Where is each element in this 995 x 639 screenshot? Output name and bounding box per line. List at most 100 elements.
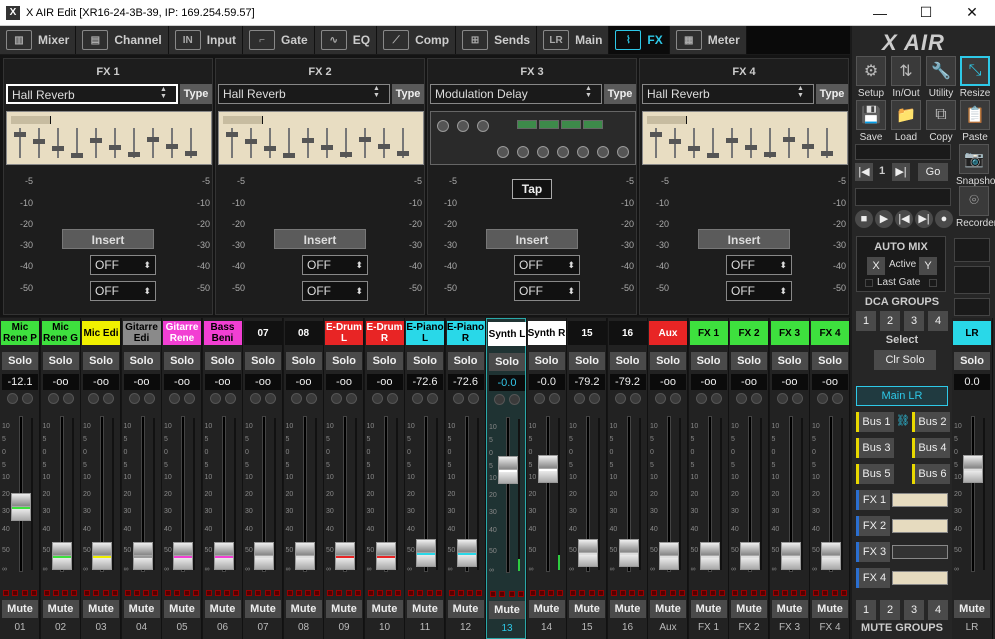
recorder-prev-button[interactable]: |◀ <box>895 210 913 228</box>
solo-button[interactable]: Solo <box>447 352 484 370</box>
solo-button[interactable]: Solo <box>245 352 281 370</box>
main-lr-button[interactable]: Main LR <box>856 386 948 406</box>
fx-preview-image[interactable] <box>6 111 212 165</box>
fx-source-select-1[interactable]: OFF ⬍ <box>90 255 156 275</box>
fader-knob[interactable] <box>213 542 234 570</box>
fx-bus-2-button[interactable]: FX 2 <box>856 516 890 536</box>
solo-button[interactable]: Solo <box>164 352 200 370</box>
mute-button[interactable]: Mute <box>285 600 322 618</box>
type-button[interactable]: Type <box>604 84 636 104</box>
insert-button[interactable]: Insert <box>698 229 790 249</box>
channel-name[interactable]: Gitarre Edi <box>122 321 161 345</box>
fader-knob[interactable] <box>618 539 639 568</box>
fx-source-select-1[interactable]: OFF ⬍ <box>302 255 368 275</box>
insert-button[interactable]: Insert <box>274 229 366 249</box>
bus-5-button[interactable]: Bus 5 <box>856 464 894 484</box>
channel-name[interactable]: Mic Rene G <box>41 321 80 345</box>
channel-name[interactable]: Synth L <box>488 322 526 346</box>
channel-name[interactable]: Mic Edi <box>82 321 120 345</box>
solo-button[interactable]: Solo <box>489 353 525 371</box>
save-button[interactable]: 💾 Save <box>854 100 888 146</box>
fx-preview-image[interactable] <box>430 111 636 165</box>
fader-knob[interactable] <box>173 542 193 570</box>
setup-button[interactable]: ⚙ Setup <box>854 56 888 102</box>
channel-name[interactable]: LR <box>953 321 991 345</box>
solo-button[interactable]: Solo <box>954 352 990 370</box>
tab-fx[interactable]: ⌇ FX <box>609 26 670 54</box>
insert-button[interactable]: Insert <box>62 229 154 249</box>
solo-button[interactable]: Solo <box>285 352 322 370</box>
recorder-record-button[interactable]: ● <box>935 210 953 228</box>
mute-button[interactable]: Mute <box>528 600 565 618</box>
mute-button[interactable]: Mute <box>407 600 443 618</box>
copy-button[interactable]: ⧉ Copy <box>924 100 958 146</box>
mute-group-4-button[interactable]: 4 <box>928 600 948 620</box>
dca-4-button[interactable]: 4 <box>928 311 948 331</box>
fader-knob[interactable] <box>740 542 760 570</box>
fader-knob[interactable] <box>780 542 801 570</box>
minimize-button[interactable]: — <box>857 0 903 26</box>
automix-y-button[interactable]: Y <box>919 257 937 275</box>
mute-button[interactable]: Mute <box>447 600 484 618</box>
fx-preview-image[interactable] <box>218 111 424 165</box>
fx-bus-3-button[interactable]: FX 3 <box>856 542 890 562</box>
solo-button[interactable]: Solo <box>731 352 767 370</box>
fader-knob[interactable] <box>537 455 558 484</box>
tab-main[interactable]: LR Main <box>537 26 610 54</box>
solo-button[interactable]: Solo <box>690 352 727 370</box>
fader-knob[interactable] <box>132 542 153 570</box>
clear-solo-button[interactable]: Clr Solo <box>874 350 936 370</box>
solo-button[interactable]: Solo <box>650 352 686 370</box>
mute-button[interactable]: Mute <box>42 600 79 618</box>
insert-button[interactable]: Insert <box>486 229 578 249</box>
channel-name[interactable]: Mic Rene P <box>1 321 39 345</box>
mute-button[interactable]: Mute <box>731 600 767 618</box>
snapshot-name-field[interactable] <box>855 144 951 160</box>
solo-button[interactable]: Solo <box>326 352 362 370</box>
fader-knob[interactable] <box>92 542 112 570</box>
channel-name[interactable]: Gitarre Rene <box>163 321 201 345</box>
mute-button[interactable]: Mute <box>690 600 727 618</box>
snapshot-button[interactable]: 📷 Snapshot <box>956 144 995 187</box>
channel-name[interactable]: FX 4 <box>811 321 849 345</box>
solo-button[interactable]: Solo <box>123 352 160 370</box>
paste-button[interactable]: 📋 Paste <box>958 100 992 146</box>
recorder-next-button[interactable]: ▶| <box>915 210 933 228</box>
maximize-button[interactable]: ☐ <box>903 0 949 26</box>
fader-knob[interactable] <box>456 539 477 568</box>
tab-sends[interactable]: ⊞ Sends <box>456 26 538 54</box>
tab-eq[interactable]: ∿ EQ <box>314 26 378 54</box>
utility-button[interactable]: 🔧 Utility <box>924 56 958 102</box>
tab-gate[interactable]: ⌐ Gate <box>243 26 315 54</box>
dca-2-button[interactable]: 2 <box>880 311 900 331</box>
solo-button[interactable]: Solo <box>83 352 119 370</box>
mute-button[interactable]: Mute <box>650 600 686 618</box>
type-button[interactable]: Type <box>392 84 424 104</box>
channel-name[interactable]: E-Piano R <box>446 321 485 345</box>
in-out-button[interactable]: ⇅ In/Out <box>889 56 923 102</box>
mute-button[interactable]: Mute <box>366 600 403 618</box>
tab-mixer[interactable]: ▥ Mixer <box>0 26 77 54</box>
mute-button[interactable]: Mute <box>954 600 990 618</box>
solo-button[interactable]: Solo <box>528 352 565 370</box>
fader-knob[interactable] <box>254 542 274 570</box>
mute-button[interactable]: Mute <box>164 600 200 618</box>
channel-name[interactable]: E-Drum R <box>365 321 404 345</box>
checkbox[interactable] <box>929 279 937 287</box>
channel-name[interactable]: 16 <box>608 321 647 345</box>
bus-4-button[interactable]: Bus 4 <box>912 438 950 458</box>
solo-button[interactable]: Solo <box>407 352 443 370</box>
solo-button[interactable]: Solo <box>42 352 79 370</box>
fx-bus-4-button[interactable]: FX 4 <box>856 568 890 588</box>
recorder-button[interactable]: ⌾ Recorder <box>956 186 995 229</box>
tab-channel[interactable]: ▤ Channel <box>76 26 169 54</box>
automix-x-button[interactable]: X <box>867 257 885 275</box>
channel-name[interactable]: E-Drum L <box>325 321 363 345</box>
mute-group-3-button[interactable]: 3 <box>904 600 924 620</box>
channel-name[interactable]: 15 <box>568 321 606 345</box>
bus-6-button[interactable]: Bus 6 <box>912 464 950 484</box>
fx-type-select[interactable]: Hall Reverb ▲▼ <box>218 84 390 104</box>
fader-knob[interactable] <box>335 542 355 570</box>
fader-knob[interactable] <box>416 539 436 568</box>
fx-bus-1-button[interactable]: FX 1 <box>856 490 890 510</box>
